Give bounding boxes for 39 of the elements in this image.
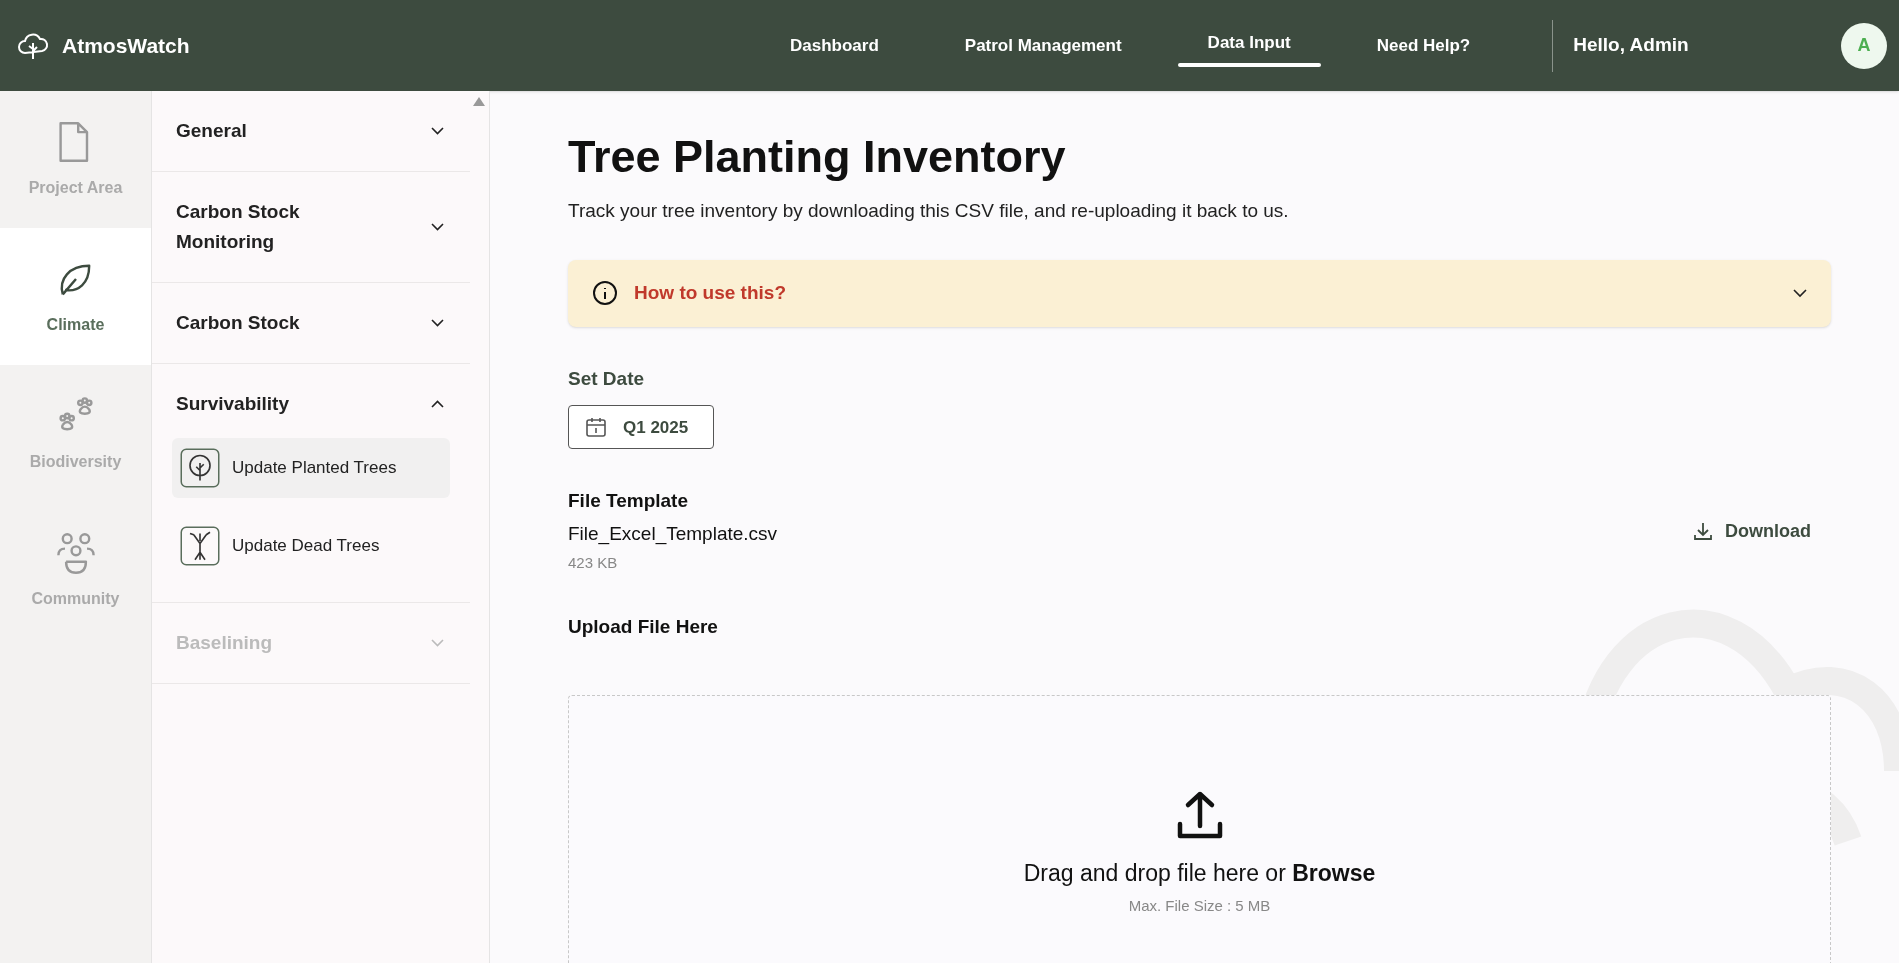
file-size-hint: Max. File Size : 5 MB bbox=[1128, 895, 1271, 916]
download-icon bbox=[1693, 521, 1713, 541]
nav-tab[interactable]: Need Help? bbox=[1346, 0, 1501, 91]
bare-tree-icon bbox=[180, 526, 220, 566]
chevron-down-icon bbox=[431, 127, 444, 135]
section-header[interactable]: General bbox=[152, 91, 470, 171]
section-header[interactable]: Carbon Stock bbox=[152, 283, 470, 363]
info-icon bbox=[592, 280, 618, 307]
calendar-icon bbox=[585, 416, 607, 439]
greeting: Hello, Admin bbox=[1573, 33, 1689, 58]
help-label: How to use this? bbox=[634, 281, 786, 305]
sub-menu-item[interactable]: Update Dead Trees bbox=[172, 516, 450, 576]
help-banner[interactable]: How to use this? bbox=[568, 259, 1831, 327]
field-label: Set Date bbox=[568, 366, 646, 391]
brand-name: AtmosWatch bbox=[62, 32, 190, 59]
chevron-down-icon bbox=[431, 639, 444, 647]
chevron-down-icon bbox=[431, 223, 444, 231]
scroll-up-icon[interactable] bbox=[473, 97, 485, 106]
drop-zone[interactable]: Drag and drop file here or Browse Max. File Size : 5 MB bbox=[568, 695, 1831, 963]
section-label: File Template bbox=[568, 489, 689, 514]
file-name: File_Excel_Template.csv bbox=[568, 521, 778, 547]
chevron-down-icon bbox=[1793, 288, 1807, 298]
drop-instructions: Drag and drop file here or Browse bbox=[1023, 859, 1376, 889]
section-header[interactable]: Carbon Stock Monitoring bbox=[152, 172, 470, 282]
page-description: Track your tree inventory by downloading this CSV file, and re-uploading it back to us. bbox=[568, 199, 1290, 224]
page-title: Tree Planting Inventory bbox=[568, 130, 1067, 184]
nav-tab[interactable]: Dashboard bbox=[760, 0, 909, 91]
nav-tab[interactable]: Patrol Management bbox=[934, 0, 1152, 91]
file-size: 423 KB bbox=[568, 553, 619, 574]
date-picker-button[interactable]: Q1 2025 bbox=[568, 405, 714, 450]
tree-icon bbox=[180, 448, 220, 488]
chevron-down-icon bbox=[431, 319, 444, 327]
sub-menu-item[interactable]: Update Planted Trees bbox=[172, 438, 450, 498]
section-label: Upload File Here bbox=[568, 614, 719, 639]
nav-tab[interactable]: Data Input bbox=[1177, 0, 1321, 91]
download-button[interactable]: Download bbox=[1693, 517, 1811, 545]
chevron-up-icon bbox=[431, 400, 444, 408]
upload-icon bbox=[1175, 790, 1224, 841]
category-tab[interactable]: Climate bbox=[0, 228, 151, 365]
